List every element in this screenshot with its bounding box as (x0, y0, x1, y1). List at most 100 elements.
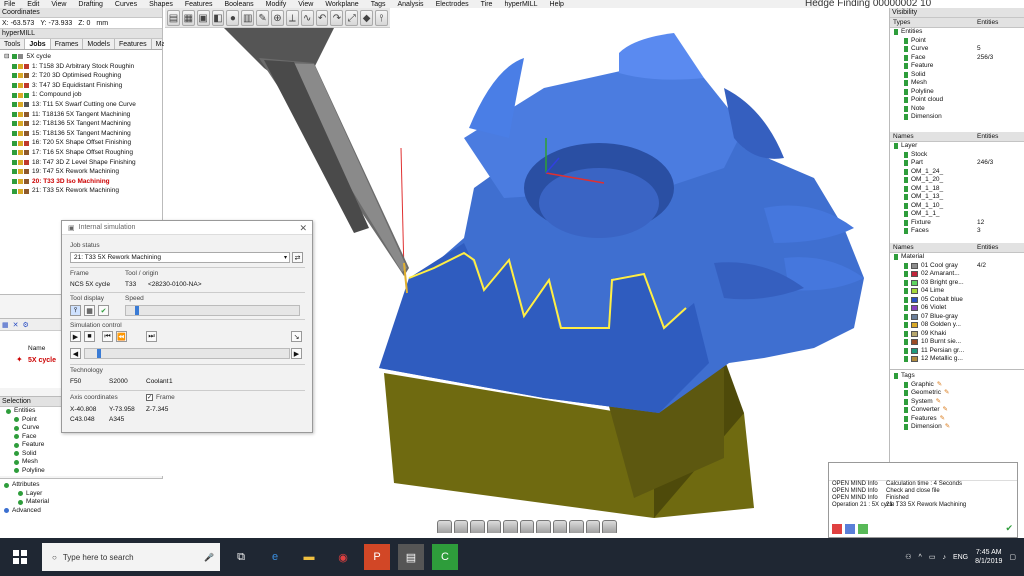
type-row[interactable]: Face 256/3 (890, 54, 1024, 63)
layer-row[interactable]: OM_1_20_ (890, 176, 1024, 185)
mat-row[interactable]: 12 Metallic g... (890, 355, 1024, 364)
language-indicator[interactable]: ENG (953, 554, 968, 561)
visible-toggle-icon[interactable] (904, 339, 908, 346)
visible-toggle-icon[interactable] (904, 407, 908, 414)
visible-toggle-icon[interactable] (904, 390, 908, 397)
tag-row[interactable]: Tags (890, 372, 1024, 381)
curve-icon[interactable]: ∿ (300, 10, 314, 26)
network-icon[interactable]: ▭ (929, 553, 936, 561)
visible-toggle-icon[interactable] (904, 54, 908, 61)
section-icon[interactable] (503, 520, 518, 533)
type-row[interactable]: Dimension (890, 113, 1024, 122)
camtasia-icon[interactable]: C (432, 544, 458, 570)
confirm-icon[interactable]: ✔ (1005, 523, 1013, 534)
chevron-up-icon[interactable]: ^ (919, 554, 922, 561)
tag-row[interactable]: System ✎ (890, 398, 1024, 407)
visible-toggle-icon[interactable] (904, 80, 908, 87)
visibility-toggle-icon[interactable] (14, 434, 19, 440)
tab-tools[interactable]: Tools (0, 39, 26, 49)
visible-toggle-icon[interactable] (904, 313, 908, 320)
mat-row[interactable]: 06 Violet (890, 304, 1024, 313)
type-row[interactable]: Point (890, 37, 1024, 46)
job-item[interactable]: 15: T18136 5X Tangent Machining (4, 129, 162, 139)
pencil-icon[interactable]: ✎ (945, 423, 950, 432)
step-back-icon[interactable]: ◀ (70, 348, 81, 359)
layer-view-icon[interactable] (552, 520, 568, 533)
menu-item[interactable]: Analysis (397, 1, 423, 8)
file-explorer-icon[interactable]: ▬ (296, 544, 322, 570)
mat-row[interactable]: 01 Cool gray 4/2 (890, 262, 1024, 271)
layer-row[interactable]: Faces 3 (890, 227, 1024, 236)
speed-slider-thumb[interactable] (134, 306, 139, 315)
selection-item[interactable]: Mesh (6, 458, 163, 467)
mat-row[interactable]: 09 Khaki (890, 330, 1024, 339)
settings-icon[interactable]: ⚙ (23, 321, 29, 329)
visibility-toggle-icon[interactable] (14, 468, 19, 474)
visible-toggle-icon[interactable] (904, 330, 908, 337)
job-item[interactable]: 12: T18136 5X Tangent Machining (4, 119, 162, 129)
job-item[interactable]: 11: T18136 5X Tangent Machining (4, 110, 162, 120)
visible-toggle-icon[interactable] (894, 373, 898, 380)
step-forward-icon[interactable]: ▶ (291, 348, 302, 359)
zoom-icon[interactable] (519, 520, 535, 533)
layer-row[interactable]: Fixture 12 (890, 219, 1024, 228)
menu-item[interactable]: Features (185, 1, 213, 8)
tag-row[interactable]: Graphic ✎ (890, 381, 1024, 390)
box-icon[interactable] (585, 520, 601, 533)
visible-toggle-icon[interactable] (894, 29, 898, 36)
mat-row[interactable]: 05 Cobalt blue (890, 296, 1024, 305)
menu-item[interactable]: hyperMILL (504, 1, 537, 8)
tag-row[interactable]: Converter ✎ (890, 406, 1024, 415)
attribute-item[interactable]: Material (4, 498, 163, 507)
visible-toggle-icon[interactable] (904, 37, 908, 44)
measure-view-icon[interactable] (536, 520, 551, 533)
tab-jobs[interactable]: Jobs (25, 39, 51, 49)
progress-slider[interactable] (84, 348, 290, 359)
holder-display-icon[interactable]: ▦ (84, 305, 95, 316)
mat-row[interactable]: 08 Golden y... (890, 321, 1024, 330)
layer-row[interactable]: OM_1_18_ (890, 185, 1024, 194)
visible-toggle-icon[interactable] (904, 356, 908, 363)
skip-back-icon[interactable]: ⏮ (102, 331, 113, 342)
menu-item[interactable]: Booleans (224, 1, 253, 8)
visibility-toggle-icon[interactable] (14, 459, 19, 465)
type-row[interactable]: Point cloud (890, 96, 1024, 105)
type-row[interactable]: Curve 5 (890, 45, 1024, 54)
sketch-icon[interactable]: ✎ (256, 10, 270, 26)
pencil-icon[interactable]: ✎ (937, 381, 942, 390)
tag-row[interactable]: Features ✎ (890, 415, 1024, 424)
selection-item[interactable]: Polyline (6, 467, 163, 476)
selection-item[interactable]: Face (6, 433, 163, 442)
visibility-toggle-icon[interactable] (6, 408, 11, 414)
redo-icon[interactable]: ↷ (330, 10, 344, 26)
render-icon[interactable]: ◆ (360, 10, 374, 26)
transform-icon[interactable]: ⤢ (345, 10, 359, 26)
pencil-icon[interactable]: ✎ (943, 406, 948, 415)
tag-row[interactable]: Dimension ✎ (890, 423, 1024, 432)
menu-item[interactable]: File (4, 1, 15, 8)
snap-icon[interactable]: ⊕ (271, 10, 284, 26)
visible-toggle-icon[interactable] (904, 288, 908, 295)
save-icon[interactable]: ▣ (196, 10, 210, 26)
tag-row[interactable]: Geometric ✎ (890, 389, 1024, 398)
visible-toggle-icon[interactable] (904, 271, 908, 278)
type-row[interactable]: Mesh (890, 79, 1024, 88)
pause-log-icon[interactable] (845, 524, 855, 534)
attribute-item[interactable]: Advanced (4, 507, 163, 516)
taskbar-search[interactable]: ○ Type here to search 🎤 (42, 543, 220, 571)
visible-toggle-icon[interactable] (904, 211, 908, 218)
visible-toggle-icon[interactable] (904, 177, 908, 184)
visible-toggle-icon[interactable] (904, 296, 908, 303)
tool-icon[interactable]: ⫯ (375, 10, 388, 26)
options-icon[interactable]: ↘ (291, 331, 302, 342)
grid-icon[interactable]: ▦ (2, 321, 9, 329)
mat-row[interactable]: Material (890, 253, 1024, 262)
tool-display-icon[interactable]: ⫯ (70, 305, 81, 316)
play-log-icon[interactable] (858, 524, 868, 534)
job-item[interactable]: 3: T47 3D Equidistant Finishing (4, 81, 162, 91)
layer-row[interactable]: Layer (890, 142, 1024, 151)
type-row[interactable]: Feature (890, 62, 1024, 71)
visibility-toggle-icon[interactable] (14, 425, 19, 431)
job-root[interactable]: ⊟ 5X cycle (4, 52, 162, 62)
visibility-toggle-icon[interactable] (14, 442, 19, 448)
